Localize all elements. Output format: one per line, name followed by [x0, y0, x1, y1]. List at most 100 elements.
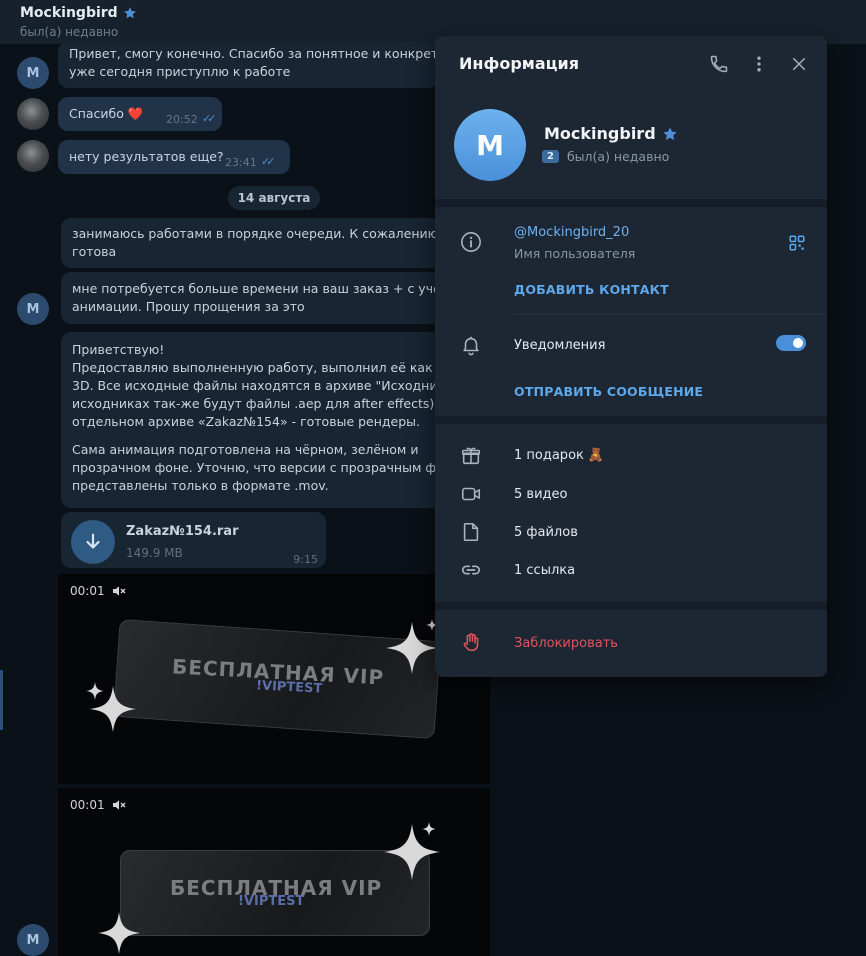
avatar[interactable]: M: [17, 293, 49, 325]
qr-code-button[interactable]: [785, 231, 809, 255]
message-text: прозрачном фоне. Уточню, что версии с пр…: [72, 460, 460, 475]
message-bubble[interactable]: Спасибо ❤️ 20:52 ✓✓: [58, 97, 222, 131]
sparkle-icon: [86, 682, 104, 700]
message-text: представлены только в формате .mov.: [72, 478, 329, 493]
block-hand-icon: [459, 630, 483, 654]
message-time: 23:41: [225, 156, 257, 169]
message-text: занимаюсь работами в порядке очереди. К …: [72, 226, 458, 241]
message-text: уже сегодня приступлю к работе: [69, 64, 291, 79]
gift-emoji: 🧸: [587, 448, 605, 463]
links-row[interactable]: 1 ссылка: [514, 563, 575, 578]
avatar[interactable]: [17, 140, 49, 172]
message-text: анимации. Прошу прощения за это: [72, 299, 305, 314]
avatar-letter: M: [26, 65, 40, 81]
profile-status-row: 2 был(а) недавно: [542, 149, 669, 164]
avatar-letter: M: [476, 128, 504, 162]
chat-title-row: Mockingbird: [20, 5, 846, 21]
file-icon: [459, 520, 483, 544]
section-divider: [435, 199, 827, 207]
message-text: мне потребуется больше времени на ваш за…: [72, 281, 466, 296]
message-text: Спасибо ❤️: [69, 106, 144, 121]
avatar[interactable]: [17, 98, 49, 130]
panel-title: Информация: [459, 54, 579, 73]
date-divider: 14 августа: [228, 186, 320, 210]
close-button[interactable]: [787, 52, 811, 76]
divider: [514, 314, 827, 315]
gifts-count: 1 подарок: [514, 448, 584, 463]
vip-subtitle: !VIPTEST: [238, 894, 305, 909]
info-icon: [459, 230, 483, 254]
status-badge: 2: [542, 150, 559, 163]
avatar[interactable]: M: [17, 924, 49, 956]
message-text: Сама анимация подготовлена на чёрном, зе…: [72, 442, 419, 457]
download-icon: [86, 533, 100, 549]
more-icon: [757, 56, 761, 72]
video-icon: [459, 482, 483, 506]
notifications-toggle[interactable]: [776, 335, 806, 351]
message-text: нету результатов еще?: [69, 149, 224, 164]
message-time: 20:52: [166, 113, 198, 126]
sparkle-icon: [422, 822, 436, 836]
toggle-knob: [791, 336, 805, 350]
gift-icon: [459, 444, 483, 468]
message-text: исходниках так-же будут файлы .aep для a…: [72, 396, 451, 411]
section-divider: [435, 602, 827, 610]
profile-status: был(а) недавно: [566, 149, 670, 164]
chat-title: Mockingbird: [20, 5, 118, 21]
read-check-icon: ✓✓: [261, 155, 276, 168]
file-size: 149.9 MB: [126, 546, 183, 560]
message-time: 9:15: [293, 553, 318, 566]
notifications-label: Уведомления: [514, 338, 606, 353]
scroll-indicator: [0, 670, 3, 730]
message-bubble[interactable]: занимаюсь работами в порядке очереди. К …: [61, 218, 458, 268]
section-divider: [435, 416, 827, 424]
message-bubble[interactable]: нету результатов еще? 23:41 ✓✓: [58, 140, 290, 174]
video-duration: 00:01: [70, 584, 105, 598]
read-check-icon: ✓✓: [202, 112, 217, 125]
file-attachment[interactable]: Zakaz№154.rar 149.9 MB 9:15: [61, 512, 326, 568]
message-text: Приветствую!: [72, 342, 165, 357]
message-text: готова: [72, 244, 117, 259]
phone-icon: [710, 55, 728, 73]
profile-name-row: Mockingbird: [544, 124, 678, 143]
username-link[interactable]: @Mockingbird_20: [514, 225, 629, 240]
file-name: Zakaz№154.rar: [126, 524, 239, 539]
star-icon: [662, 126, 677, 140]
avatar[interactable]: M: [17, 57, 49, 89]
video-meta: 00:01: [70, 798, 127, 812]
star-icon: [123, 7, 136, 19]
block-user-button[interactable]: Заблокировать: [514, 636, 618, 651]
close-icon: [793, 58, 805, 70]
profile-name: Mockingbird: [544, 124, 656, 143]
more-button[interactable]: [747, 52, 771, 76]
video-meta: 00:01: [70, 584, 127, 598]
avatar-letter: M: [26, 301, 40, 317]
add-contact-button[interactable]: ДОБАВИТЬ КОНТАКТ: [514, 282, 669, 297]
gifts-row[interactable]: 1 подарок 🧸: [514, 448, 604, 463]
avatar-letter: M: [26, 932, 40, 948]
sparkle-icon: [98, 912, 140, 954]
info-panel: Информация M Mockingbird 2 был(а) недавн…: [435, 36, 827, 677]
video-message[interactable]: 00:01 БЕСПЛАТНАЯ VIP !VIPTEST: [58, 788, 490, 956]
send-message-button[interactable]: ОТПРАВИТЬ СООБЩЕНИЕ: [514, 384, 703, 399]
bell-icon: [459, 333, 483, 357]
video-duration: 00:01: [70, 798, 105, 812]
message-text: Привет, смогу конечно. Спасибо за понятн…: [69, 46, 455, 61]
mute-icon[interactable]: [111, 798, 127, 812]
message-bubble[interactable]: Приветствую! Предоставляю выполненную ра…: [61, 332, 468, 508]
message-bubble[interactable]: Привет, смогу конечно. Спасибо за понятн…: [58, 42, 455, 88]
download-button[interactable]: [71, 520, 115, 564]
message-text: Предоставляю выполненную работу, выполни…: [72, 360, 466, 375]
message-text: отдельном архиве «Zakaz№154» - готовые р…: [72, 414, 421, 429]
qr-icon: [789, 235, 805, 251]
files-row[interactable]: 5 файлов: [514, 525, 578, 540]
username-caption: Имя пользователя: [514, 246, 636, 261]
videos-row[interactable]: 5 видео: [514, 487, 567, 502]
link-icon: [459, 558, 483, 582]
video-message[interactable]: 00:01 БЕСПЛАТНАЯ VIP !VIPTEST: [58, 574, 490, 784]
message-text: 3D. Все исходные файлы находятся в архив…: [72, 378, 468, 393]
message-bubble[interactable]: мне потребуется больше времени на ваш за…: [61, 272, 466, 324]
profile-avatar[interactable]: M: [454, 109, 526, 181]
call-button[interactable]: [707, 52, 731, 76]
mute-icon[interactable]: [111, 584, 127, 598]
